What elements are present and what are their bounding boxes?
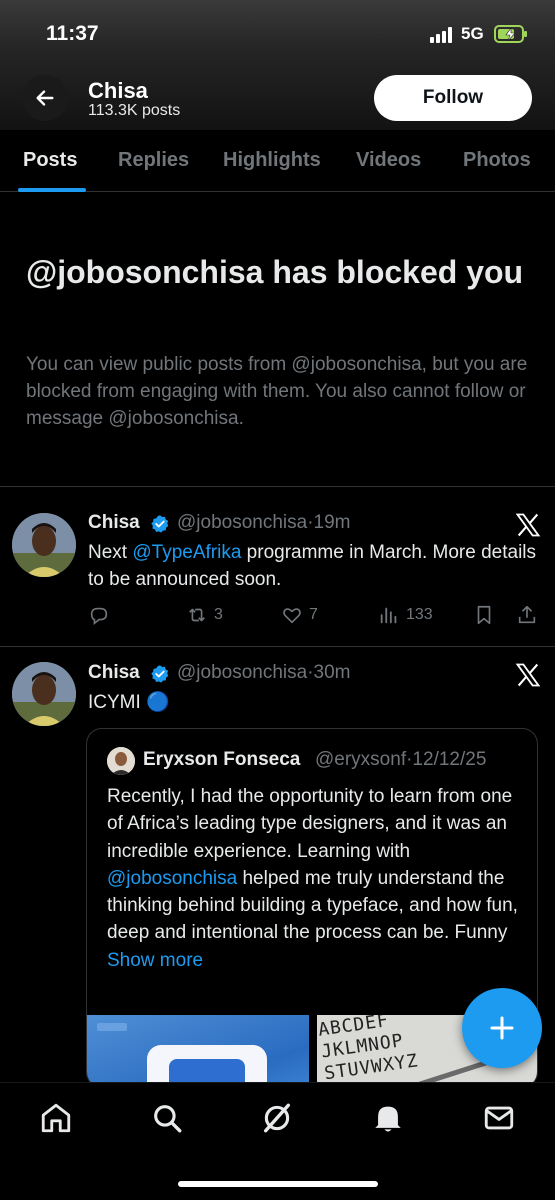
x-logo-icon[interactable] [514,511,542,539]
reply-icon [90,607,108,625]
profile-name: Chisa [88,78,148,103]
reply-button[interactable] [88,604,110,626]
active-tab-indicator [18,188,86,192]
quoted-text: Recently, I had the opportunity to learn… [107,786,518,971]
post-time[interactable]: ·19m [307,512,350,533]
quoted-avatar[interactable] [107,747,135,775]
post-text: Next @TypeAfrika programme in March. Mor… [88,542,537,590]
like-count: 7 [309,606,318,623]
search-icon[interactable] [150,1101,184,1135]
post[interactable]: Chisa @jobosonchisa·19m Next @TypeAfrika… [0,487,555,647]
home-indicator [178,1181,378,1187]
status-time: 11:37 [46,22,99,45]
views-count: 133 [406,606,433,623]
blocked-title: @jobosonchisa has blocked you [26,254,524,290]
post-author-handle: @jobosonchisa·30m [177,662,351,684]
messages-icon[interactable] [482,1101,516,1135]
avatar[interactable] [12,662,76,726]
post-time[interactable]: ·30m [307,662,350,683]
avatar[interactable] [12,513,76,577]
compose-icon [490,1016,514,1040]
mention-link[interactable]: @jobosonchisa [107,868,237,889]
network-type: 5G [461,24,484,43]
blocked-description: You can view public posts from @jobosonc… [26,354,528,429]
show-more-link[interactable]: Show more [107,950,203,971]
views-icon [380,607,397,624]
repost-count: 3 [214,606,223,623]
post-handle-text[interactable]: @jobosonchisa [177,662,307,683]
bookmark-icon[interactable] [473,604,495,626]
follow-button[interactable]: Follow [374,75,532,121]
post-handle-text[interactable]: @jobosonchisa [177,512,307,533]
quoted-author-name[interactable]: Eryxson Fonseca [143,749,300,771]
tab-highlights[interactable]: Highlights [223,149,321,172]
x-logo-icon[interactable] [514,661,542,689]
back-button[interactable] [22,75,68,121]
home-icon[interactable] [39,1101,73,1135]
quoted-author-meta: @eryxsonf·12/12/25 [315,749,486,771]
post-author-name[interactable]: Chisa [88,512,140,534]
notifications-icon[interactable] [371,1101,405,1135]
share-icon[interactable] [516,604,538,626]
quoted-image[interactable] [87,1015,309,1087]
quoted-image-lettering: ABCDEF JKLMNOP STUVWXYZ [317,1015,420,1085]
post-author-name[interactable]: Chisa [88,662,140,684]
profile-tabs: Posts Replies Highlights Videos Photos [0,130,555,192]
verified-icon [151,665,169,683]
profile-post-count: 113.3K posts [88,102,181,119]
tab-photos[interactable]: Photos [463,149,531,172]
grok-icon[interactable] [260,1101,294,1135]
tab-posts[interactable]: Posts [23,149,77,172]
post-author-handle: @jobosonchisa·19m [177,512,351,534]
repost-button[interactable]: 3 [186,604,223,626]
repost-icon [189,608,205,622]
battery-icon [494,25,527,43]
divider [0,646,555,647]
tab-replies[interactable]: Replies [118,149,189,172]
quoted-date[interactable]: ·12/12/25 [406,749,486,770]
quoted-handle[interactable]: @eryxsonf [315,749,406,770]
like-icon [283,608,301,624]
views-button[interactable]: 133 [378,604,433,626]
verified-icon [151,515,169,533]
signal-icon [430,25,456,43]
compose-button[interactable] [462,988,542,1068]
tab-videos[interactable]: Videos [356,149,421,172]
post-text: ICYMI 🔵 [88,692,170,713]
back-arrow-icon [36,90,54,106]
mention-link[interactable]: @TypeAfrika [132,542,241,563]
like-button[interactable]: 7 [281,604,318,626]
